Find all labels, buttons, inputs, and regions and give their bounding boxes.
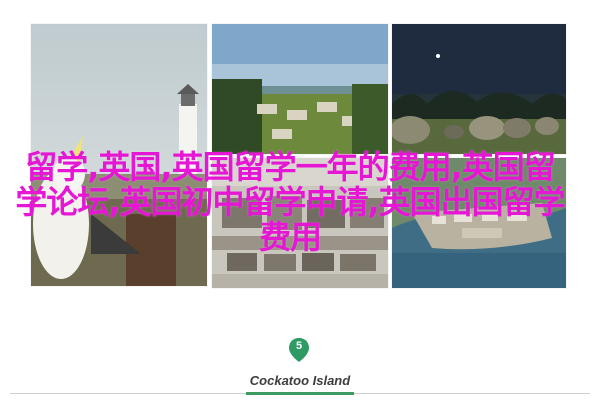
- photo-lighthouse: [31, 24, 207, 286]
- photo-ruins: [212, 158, 388, 288]
- location-caption: Cockatoo Island: [249, 373, 351, 388]
- photo-night-campsite: [392, 24, 566, 154]
- photo-harbour-aerial: [392, 158, 566, 288]
- photo-campsite: [212, 24, 388, 154]
- map-marker: 5: [287, 337, 311, 362]
- marker-number: 5: [295, 340, 303, 352]
- caption-underline: [246, 392, 354, 395]
